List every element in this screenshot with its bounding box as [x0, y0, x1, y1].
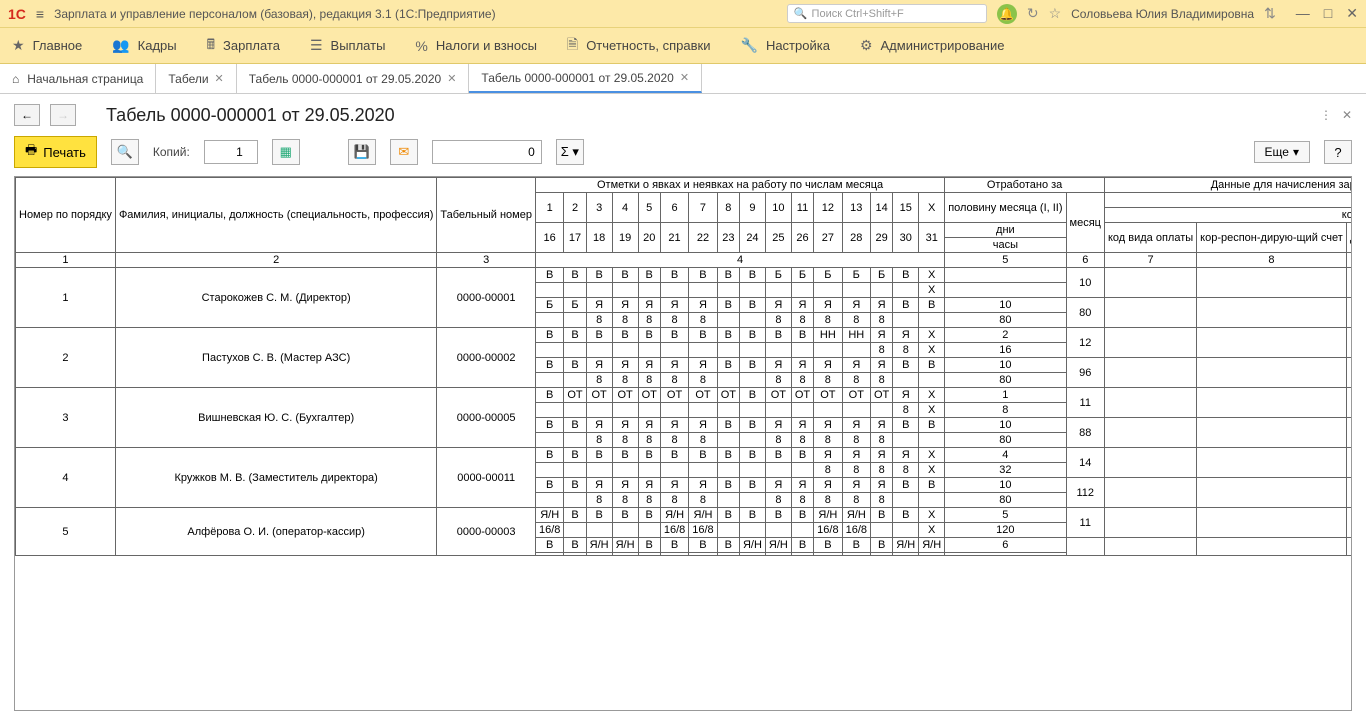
nav-forward-button[interactable]: →	[50, 104, 76, 126]
maximize-icon[interactable]: □	[1324, 5, 1332, 22]
email-button[interactable]: ✉	[390, 139, 418, 165]
menu-main[interactable]: ★Главное	[12, 37, 82, 54]
tab-start[interactable]: ⌂Начальная страница	[0, 64, 156, 93]
th-tabno: Табельный номер	[437, 178, 536, 253]
copies-input[interactable]	[204, 140, 258, 164]
cash-icon: ☰	[310, 37, 323, 54]
minimize-icon[interactable]: —	[1296, 5, 1310, 22]
sum-button[interactable]: Σ ▾	[556, 139, 584, 165]
th-rowno: Номер по порядку	[16, 178, 116, 253]
copies-label: Копий:	[153, 145, 190, 159]
menu-zarplata[interactable]: 🖩Зарплата	[207, 34, 280, 58]
printer-icon: 🖶	[25, 141, 37, 163]
chevron-down-icon: ▾	[1293, 145, 1299, 159]
search-icon: 🔍	[794, 7, 808, 20]
more-button[interactable]: Еще▾	[1254, 141, 1310, 163]
th-corracc: корреспондирующий счет	[1104, 208, 1352, 223]
menu-admin[interactable]: ⚙Администрирование	[860, 37, 1005, 54]
close-icon[interactable]: ✕	[1346, 5, 1358, 22]
bell-icon[interactable]: 🔔	[997, 4, 1017, 24]
search-input[interactable]: 🔍Поиск Ctrl+Shift+F	[787, 4, 987, 23]
history-icon[interactable]: ↻	[1027, 5, 1039, 22]
number-display[interactable]	[432, 140, 542, 164]
th-month: месяц	[1066, 193, 1104, 253]
app-title: Зарплата и управление персоналом (базова…	[54, 7, 496, 21]
menu-vyplaty[interactable]: ☰Выплаты	[310, 37, 385, 54]
filter-icon[interactable]: ⇅	[1264, 5, 1276, 22]
grid-button[interactable]: ▦	[272, 139, 300, 165]
table-row[interactable]: 3 Вишневская Ю. С. (Бухгалтер) 0000-0000…	[16, 388, 1353, 403]
tab-tabel-2[interactable]: Табель 0000-000001 от 29.05.2020✕	[469, 64, 702, 93]
kebab-icon[interactable]: ⋮	[1320, 108, 1332, 122]
table-row[interactable]: 5 Алфёрова О. И. (оператор-кассир) 0000-…	[16, 508, 1353, 523]
th-half: половину месяца (I, II)	[945, 193, 1066, 223]
home-icon: ⌂	[12, 72, 19, 86]
calculator-icon: 🖩	[207, 34, 215, 58]
help-button[interactable]: ?	[1324, 140, 1352, 164]
menu-kadry[interactable]: 👥Кадры	[112, 37, 176, 54]
table-row[interactable]: 1 Старокожев С. М. (Директор) 0000-00001…	[16, 268, 1353, 283]
close-icon[interactable]: ✕	[447, 72, 456, 85]
star-filled-icon: ★	[12, 37, 25, 54]
print-button[interactable]: 🖶Печать	[14, 136, 97, 168]
table-row[interactable]: 2 Пастухов С. В. (Мастер АЗС) 0000-00002…	[16, 328, 1353, 343]
wrench-icon: 🔧	[741, 37, 758, 54]
timesheet-table: Номер по порядку Фамилия, инициалы, долж…	[15, 177, 1352, 556]
close-icon[interactable]: ✕	[215, 72, 224, 85]
gear-icon: ⚙	[860, 37, 873, 54]
star-icon[interactable]: ☆	[1049, 5, 1062, 22]
tab-tabel-1[interactable]: Табель 0000-000001 от 29.05.2020✕	[237, 64, 470, 93]
page-title: Табель 0000-000001 от 29.05.2020	[106, 105, 395, 126]
nav-back-button[interactable]: ←	[14, 104, 40, 126]
tab-tabeli[interactable]: Табели✕	[156, 64, 236, 93]
report-icon: 🗎	[567, 34, 578, 58]
menu-nastroyka[interactable]: 🔧Настройка	[741, 37, 830, 54]
close-page-icon[interactable]: ✕	[1342, 108, 1352, 122]
preview-button[interactable]: 🔍	[111, 139, 139, 165]
table-container[interactable]: Номер по порядку Фамилия, инициалы, долж…	[14, 176, 1352, 711]
menu-otchet[interactable]: 🗎Отчетность, справки	[567, 34, 711, 58]
save-button[interactable]: 💾	[348, 139, 376, 165]
th-paycode: код вида оплаты	[1104, 193, 1352, 208]
th-paydata: Данные для начисления заработной платы п…	[1104, 178, 1352, 193]
th-marks: Отметки о явках и неявках на работу по ч…	[535, 178, 944, 193]
main-menu: ★Главное 👥Кадры 🖩Зарплата ☰Выплаты %Нало…	[0, 28, 1366, 64]
tabs-bar: ⌂Начальная страница Табели✕ Табель 0000-…	[0, 64, 1366, 94]
table-row[interactable]: 4 Кружков М. В. (Заместитель директора) …	[16, 448, 1353, 463]
user-name: Соловьева Юлия Владимировна	[1071, 7, 1254, 21]
people-icon: 👥	[112, 37, 129, 54]
th-fio: Фамилия, инициалы, должность (специально…	[115, 178, 436, 253]
logo-1c: 1C	[8, 6, 26, 22]
th-worked: Отработано за	[945, 178, 1105, 193]
menu-nalogi[interactable]: %Налоги и взносы	[415, 38, 537, 54]
close-icon[interactable]: ✕	[680, 71, 689, 84]
percent-icon: %	[415, 38, 427, 54]
hamburger-icon[interactable]: ≡	[36, 6, 44, 22]
